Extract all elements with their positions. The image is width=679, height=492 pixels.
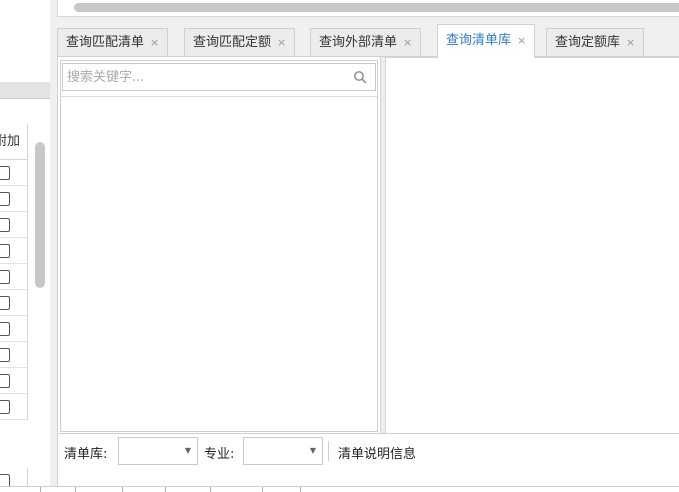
chevron-down-icon: ▼ bbox=[184, 446, 191, 455]
table-row bbox=[0, 290, 28, 316]
column-header-label: 附加 bbox=[0, 134, 21, 149]
tab-query-matched-quota[interactable]: 查询匹配定额 × bbox=[184, 28, 296, 57]
row-checkbox[interactable] bbox=[0, 400, 10, 414]
main-panel: 清单库: ▼ 专业: ▼ 清单说明信息 bbox=[57, 56, 679, 486]
major-select[interactable]: ▼ bbox=[243, 437, 323, 465]
bottom-toolbar: 清单库: ▼ 专业: ▼ 清单说明信息 bbox=[58, 433, 679, 467]
strip-divider bbox=[210, 487, 211, 492]
chevron-down-icon: ▼ bbox=[309, 446, 316, 455]
row-checkbox[interactable] bbox=[0, 374, 10, 388]
table-row bbox=[0, 342, 28, 368]
tab-label: 查询清单库 bbox=[446, 33, 512, 48]
tab-label: 查询外部清单 bbox=[319, 35, 398, 50]
tab-bar: 查询匹配清单 × 查询匹配定额 × 查询外部清单 × 查询清单库 × 查询定额库 × bbox=[57, 24, 679, 58]
table-row bbox=[0, 238, 28, 264]
strip-divider bbox=[122, 487, 123, 492]
toolbar-separator bbox=[328, 441, 329, 461]
table-row bbox=[0, 160, 28, 186]
tab-query-matched-list[interactable]: 查询匹配清单 × bbox=[57, 28, 169, 57]
close-icon[interactable]: × bbox=[150, 36, 159, 49]
list-library-tree[interactable] bbox=[61, 97, 377, 431]
list-description-label: 清单说明信息 bbox=[338, 447, 417, 462]
top-horizontal-scroll-area bbox=[57, 0, 679, 17]
library-select[interactable]: ▼ bbox=[118, 437, 198, 465]
row-checkbox[interactable] bbox=[0, 192, 10, 206]
strip-divider bbox=[300, 487, 301, 492]
close-icon[interactable]: × bbox=[626, 36, 635, 49]
vertical-scrollbar-thumb[interactable] bbox=[35, 142, 45, 288]
table-row bbox=[0, 264, 28, 290]
table-row bbox=[0, 368, 28, 394]
strip-divider bbox=[165, 487, 166, 492]
search-input[interactable] bbox=[63, 64, 347, 90]
row-checkbox[interactable] bbox=[0, 348, 10, 362]
tree-panel bbox=[60, 60, 378, 432]
list-detail-panel bbox=[386, 57, 679, 433]
horizontal-scrollbar-thumb[interactable] bbox=[74, 3, 679, 12]
table-row bbox=[0, 394, 28, 420]
tab-label: 查询匹配定额 bbox=[193, 35, 272, 50]
tab-label: 查询匹配清单 bbox=[66, 35, 145, 50]
bottom-strip bbox=[0, 486, 679, 492]
table-row bbox=[0, 186, 28, 212]
row-checkbox[interactable] bbox=[0, 322, 10, 336]
search-icon[interactable] bbox=[353, 70, 367, 84]
left-table-header-bar bbox=[0, 82, 50, 99]
top-left-blank-area bbox=[0, 0, 50, 82]
tab-query-quota-library[interactable]: 查询定额库 × bbox=[546, 28, 645, 57]
table-row bbox=[0, 212, 28, 238]
library-label: 清单库: bbox=[64, 447, 108, 462]
left-table-column-header: 附加 bbox=[0, 124, 28, 160]
row-checkbox[interactable] bbox=[0, 244, 10, 258]
tab-query-list-library[interactable]: 查询清单库 × bbox=[437, 24, 536, 58]
close-icon[interactable]: × bbox=[517, 34, 526, 47]
strip-divider bbox=[40, 487, 41, 492]
row-checkbox[interactable] bbox=[0, 166, 10, 180]
search-box bbox=[62, 63, 376, 91]
major-label: 专业: bbox=[204, 447, 235, 462]
close-icon[interactable]: × bbox=[403, 36, 412, 49]
close-icon[interactable]: × bbox=[277, 36, 286, 49]
tab-label: 查询定额库 bbox=[555, 35, 621, 50]
tab-query-external-list[interactable]: 查询外部清单 × bbox=[310, 28, 422, 57]
row-checkbox[interactable] bbox=[0, 218, 10, 232]
row-checkbox[interactable] bbox=[0, 270, 10, 284]
left-partial-table: 附加 bbox=[0, 82, 50, 492]
row-checkbox[interactable] bbox=[0, 296, 10, 310]
table-row bbox=[0, 316, 28, 342]
strip-divider bbox=[262, 487, 263, 492]
strip-divider bbox=[75, 487, 76, 492]
